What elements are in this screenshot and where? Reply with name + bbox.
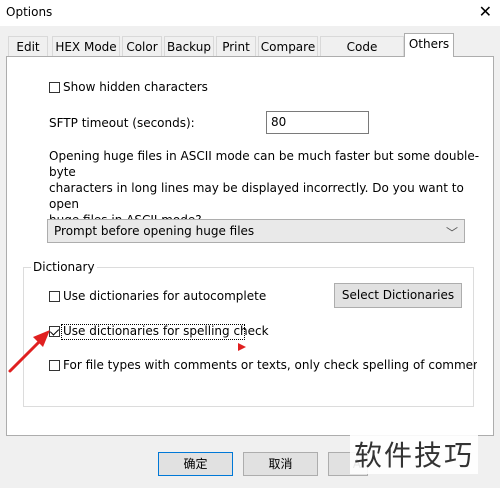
tab-label: Others <box>408 37 450 51</box>
watermark: 软件技巧 <box>350 434 479 474</box>
annotation-arrow-icon <box>8 330 50 373</box>
annotation-overlay <box>8 330 50 373</box>
tab-others[interactable]: Others <box>404 33 454 57</box>
